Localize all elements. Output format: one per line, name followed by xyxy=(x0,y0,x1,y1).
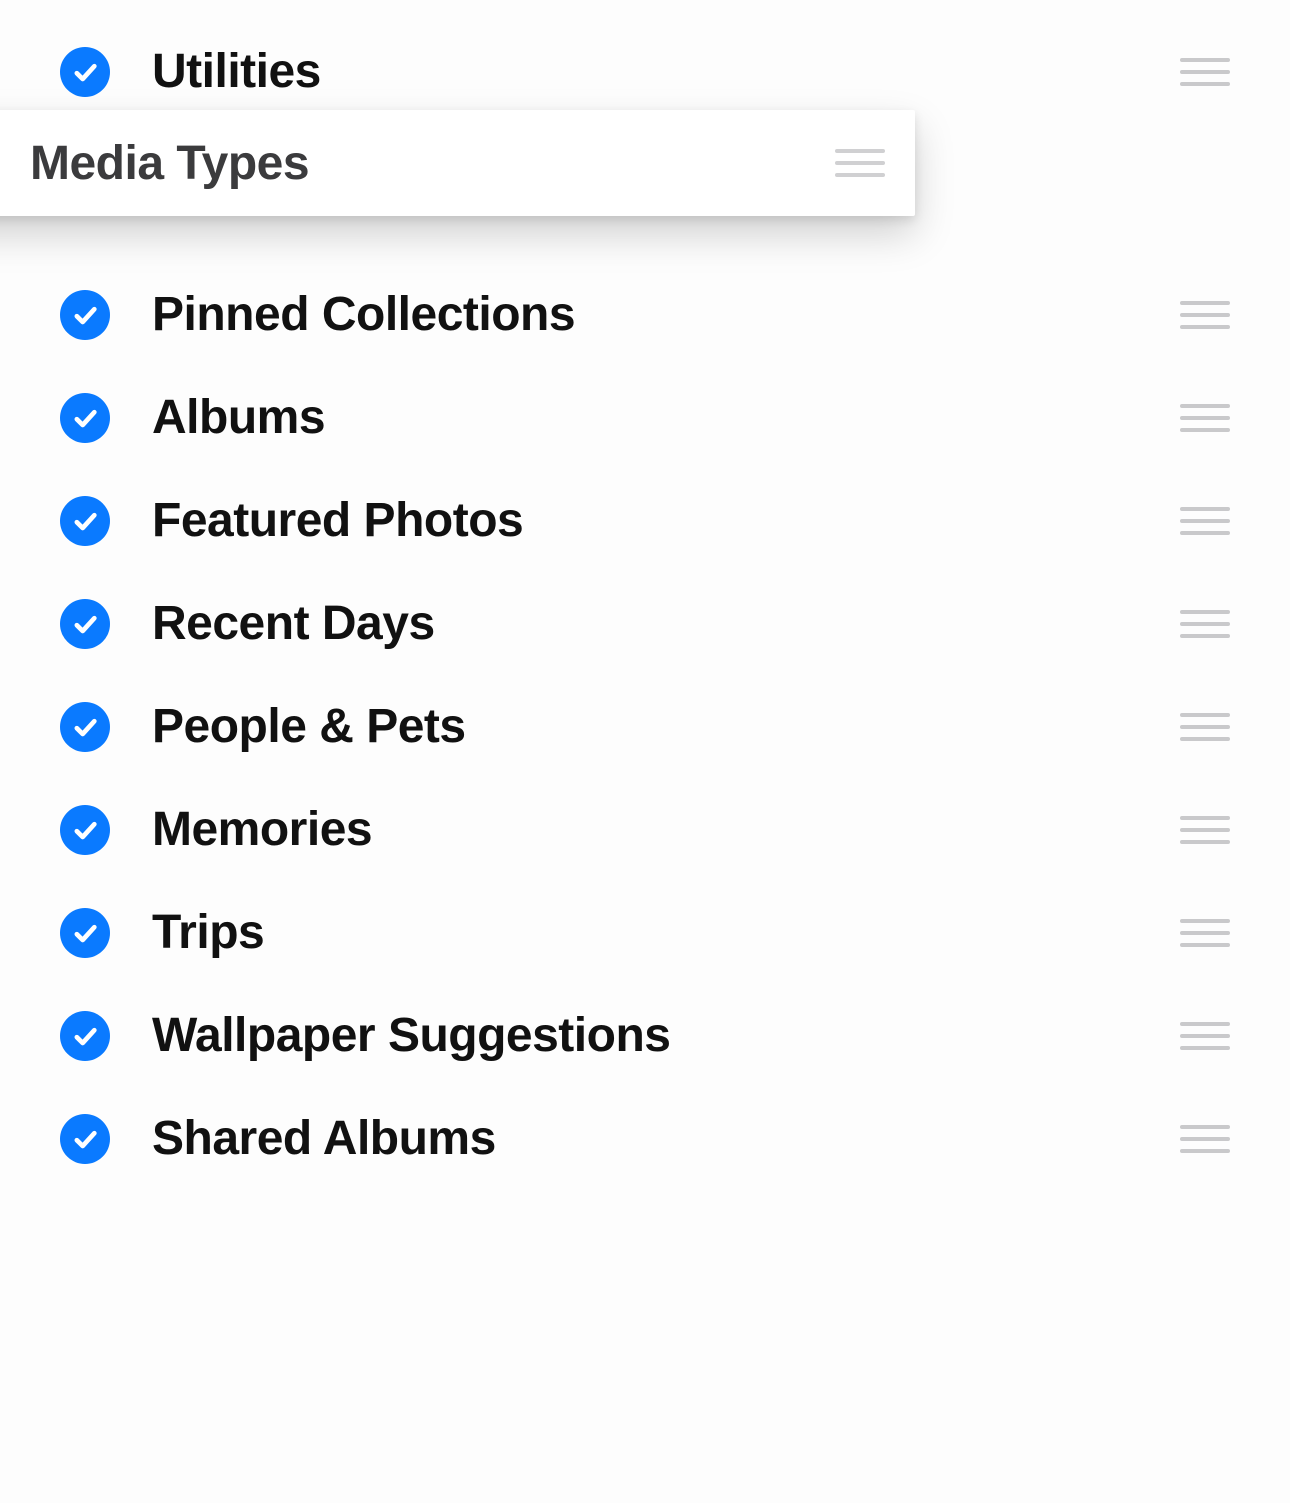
drag-handle-icon[interactable] xyxy=(1180,913,1230,953)
list-item-label: Pinned Collections xyxy=(152,287,1180,342)
list-item-label: Featured Photos xyxy=(152,493,1180,548)
drag-handle-icon[interactable] xyxy=(1180,501,1230,541)
list-item-label: Media Types xyxy=(30,136,835,191)
checkmark-icon[interactable] xyxy=(60,1114,110,1164)
list-item[interactable]: Recent Days xyxy=(0,572,1290,675)
drag-handle-icon[interactable] xyxy=(1180,604,1230,644)
list-item[interactable]: Featured Photos xyxy=(0,469,1290,572)
checkmark-icon[interactable] xyxy=(60,908,110,958)
list-item[interactable]: Utilities xyxy=(0,20,1290,123)
reorderable-list: Utilities Media Types Pinned Collections xyxy=(0,0,1290,1190)
checkmark-icon[interactable] xyxy=(60,393,110,443)
list-item-label: People & Pets xyxy=(152,699,1180,754)
list-item[interactable]: Memories xyxy=(0,778,1290,881)
drag-handle-icon[interactable] xyxy=(835,143,885,183)
drag-handle-icon[interactable] xyxy=(1180,398,1230,438)
checkmark-icon[interactable] xyxy=(60,702,110,752)
list-item[interactable]: Trips xyxy=(0,881,1290,984)
checkmark-icon[interactable] xyxy=(60,1011,110,1061)
list-item[interactable]: Albums xyxy=(0,366,1290,469)
list-item-label: Wallpaper Suggestions xyxy=(152,1008,1180,1063)
list-item-label: Utilities xyxy=(152,44,1180,99)
list-item[interactable]: Shared Albums xyxy=(0,1087,1290,1190)
list-item[interactable]: People & Pets xyxy=(0,675,1290,778)
list-item[interactable]: Wallpaper Suggestions xyxy=(0,984,1290,1087)
checkmark-icon[interactable] xyxy=(60,496,110,546)
drag-handle-icon[interactable] xyxy=(1180,1016,1230,1056)
checkmark-icon[interactable] xyxy=(60,290,110,340)
list-item[interactable]: Pinned Collections xyxy=(0,263,1290,366)
checkmark-icon[interactable] xyxy=(60,47,110,97)
checkmark-icon[interactable] xyxy=(60,599,110,649)
list-item-label: Memories xyxy=(152,802,1180,857)
drag-handle-icon[interactable] xyxy=(1180,295,1230,335)
drag-handle-icon[interactable] xyxy=(1180,707,1230,747)
drag-handle-icon[interactable] xyxy=(1180,52,1230,92)
list-item-label: Trips xyxy=(152,905,1180,960)
list-item-label: Recent Days xyxy=(152,596,1180,651)
list-item-label: Shared Albums xyxy=(152,1111,1180,1166)
list-item-dragging[interactable]: Media Types xyxy=(0,110,915,216)
checkmark-icon[interactable] xyxy=(60,805,110,855)
drag-handle-icon[interactable] xyxy=(1180,1119,1230,1159)
drag-handle-icon[interactable] xyxy=(1180,810,1230,850)
list-item-label: Albums xyxy=(152,390,1180,445)
